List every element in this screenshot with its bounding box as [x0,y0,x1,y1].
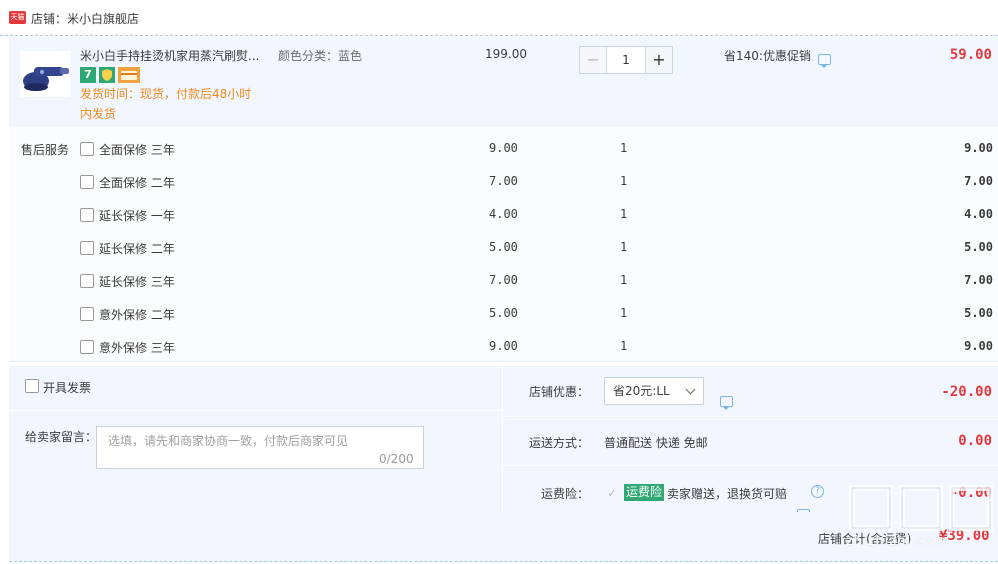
service-price: 5.00 [489,306,518,320]
service-subtotal: 4.00 [964,207,993,221]
shop-discount-label: 店铺优惠： [529,385,590,399]
service-qty: 1 [620,306,628,320]
shop-name-link[interactable]: 店铺：米小白旗舰店 [31,10,139,27]
quantity-increase-button[interactable]: + [645,46,673,74]
shield-icon [99,67,115,83]
coupon-chat-icon[interactable] [720,396,733,410]
service-price: 9.00 [489,339,518,353]
service-price: 5.00 [489,240,518,254]
service-checkbox[interactable] [80,208,94,222]
service-subtotal: 9.00 [964,141,993,155]
service-checkbox[interactable] [80,307,94,321]
invoice-checkbox[interactable] [25,379,39,393]
service-checkbox[interactable] [80,274,94,288]
promo-info: 省140:优惠促销 [724,47,811,64]
service-subtotal: 5.00 [964,240,993,254]
service-qty: 1 [620,207,628,221]
service-checkbox[interactable] [80,340,94,354]
service-name[interactable]: 延长保修 三年 [99,273,175,290]
divider [503,465,998,466]
service-name[interactable]: 延长保修 二年 [99,240,175,257]
divider [502,366,503,512]
quantity-decrease-button[interactable]: − [579,46,607,74]
service-price: 7.00 [489,174,518,188]
service-qty: 1 [620,339,628,353]
service-qty: 1 [620,240,628,254]
quantity-stepper: − 1 + [579,46,673,74]
service-name[interactable]: 全面保修 二年 [99,174,175,191]
shipping-amount: 0.00 [958,433,992,449]
help-icon[interactable]: ? [811,485,824,498]
message-char-count: 0/200 [379,452,414,466]
service-subtotal: 7.00 [964,273,993,287]
shipping-method: 普通配送 快递 免邮 [604,436,708,450]
chevron-down-icon [685,384,696,395]
service-subtotal: 5.00 [964,306,993,320]
coupon-selected-value: 省20元:LL [613,384,670,398]
service-qty: 1 [620,273,628,287]
service-name[interactable]: 延长保修 一年 [99,207,175,224]
promo-chat-icon[interactable] [818,54,831,68]
service-price: 4.00 [489,207,518,221]
service-subtotal: 7.00 [964,174,993,188]
service-qty: 1 [620,141,628,155]
product-spec: 颜色分类：蓝色 [278,49,363,63]
divider [503,416,998,417]
service-subtotal: 9.00 [964,339,993,353]
discount-amount: -20.00 [941,384,992,400]
credit-card-icon[interactable] [118,67,140,83]
service-name[interactable]: 全面保修 三年 [99,141,175,158]
insurance-label: 运费险： [541,487,590,501]
shop-header [0,0,998,36]
product-badges: 7 [80,67,140,83]
service-checkbox[interactable] [80,142,94,156]
guarantee-icon[interactable] [99,67,115,83]
seller-message-placeholder: 选填，请先和商家协商一致，付款后商家可见 [108,434,349,448]
product-title-link[interactable]: 米小白手持挂烫机家用蒸汽刷熨... [80,47,266,64]
service-checkbox[interactable] [80,175,94,189]
insurance-tag: 运费险 [624,484,665,501]
insurance-desc: 卖家赠送，退换货可赔 [667,487,788,501]
service-checkbox[interactable] [80,241,94,255]
after-sales-label: 售后服务 [21,143,70,157]
watermark-text: zhizhizhi.com [846,534,947,549]
seven-day-return-icon[interactable]: 7 [80,67,96,83]
shipping-label: 运送方式： [529,436,590,450]
service-name[interactable]: 意外保修 三年 [99,339,175,356]
promo-text: 省140:优惠促销 [724,49,811,63]
ship-time-line1: 发货时间：现货，付款后48小时 [80,87,252,101]
invoice-label[interactable]: 开具发票 [43,379,91,396]
product-image[interactable] [20,51,70,97]
divider [9,410,502,411]
service-name[interactable]: 意外保修 二年 [99,306,175,323]
card-icon [118,67,140,83]
tmall-logo: 天猫 [9,11,26,24]
product-subtotal: 59.00 [949,47,992,63]
insurance-check-icon: ✓ [606,486,618,500]
service-qty: 1 [620,174,628,188]
ship-time: 发货时间：现货，付款后48小时 内发货 [80,84,265,124]
ship-time-line2: 内发货 [80,107,117,121]
service-price: 7.00 [489,273,518,287]
coupon-select[interactable]: 省20元:LL [604,377,704,405]
service-price: 9.00 [489,141,518,155]
quantity-input[interactable]: 1 [607,46,645,74]
unit-price: 199.00 [485,47,527,61]
message-label: 给卖家留言： [25,430,98,444]
